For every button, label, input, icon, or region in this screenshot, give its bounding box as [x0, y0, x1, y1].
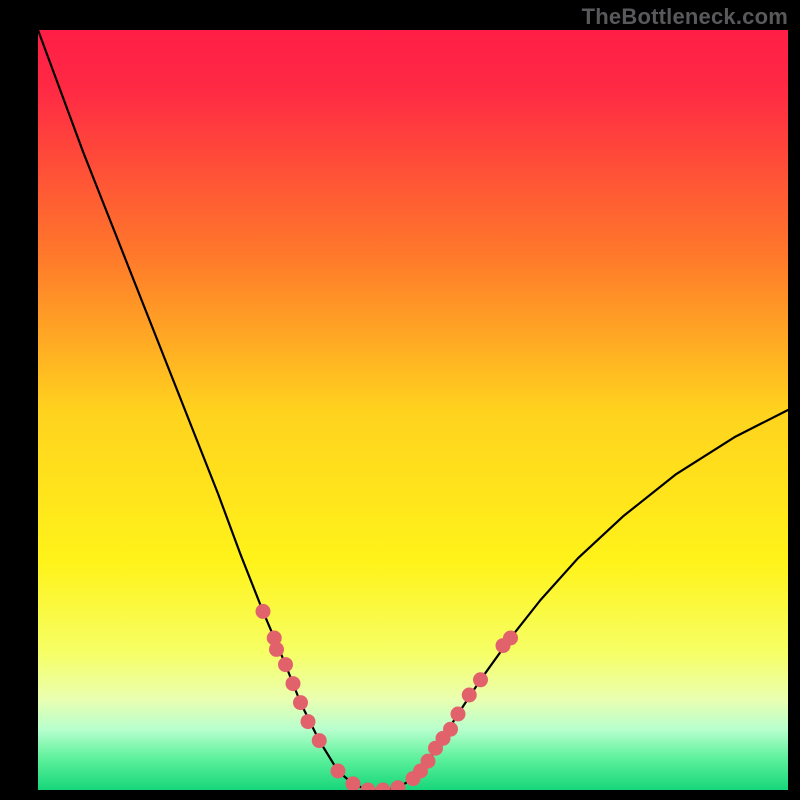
marker-point: [301, 714, 316, 729]
marker-point: [312, 733, 327, 748]
gradient-background: [38, 30, 788, 790]
marker-point: [278, 657, 293, 672]
marker-point: [256, 604, 271, 619]
plot-area: [38, 30, 788, 790]
chart-frame: TheBottleneck.com: [0, 0, 800, 800]
marker-point: [473, 672, 488, 687]
marker-point: [286, 676, 301, 691]
marker-point: [269, 642, 284, 657]
marker-point: [421, 754, 436, 769]
marker-point: [451, 707, 466, 722]
marker-point: [443, 722, 458, 737]
bottleneck-chart: [38, 30, 788, 790]
marker-point: [462, 688, 477, 703]
marker-point: [293, 695, 308, 710]
watermark-text: TheBottleneck.com: [582, 4, 788, 30]
marker-point: [503, 631, 518, 646]
marker-point: [331, 764, 346, 779]
